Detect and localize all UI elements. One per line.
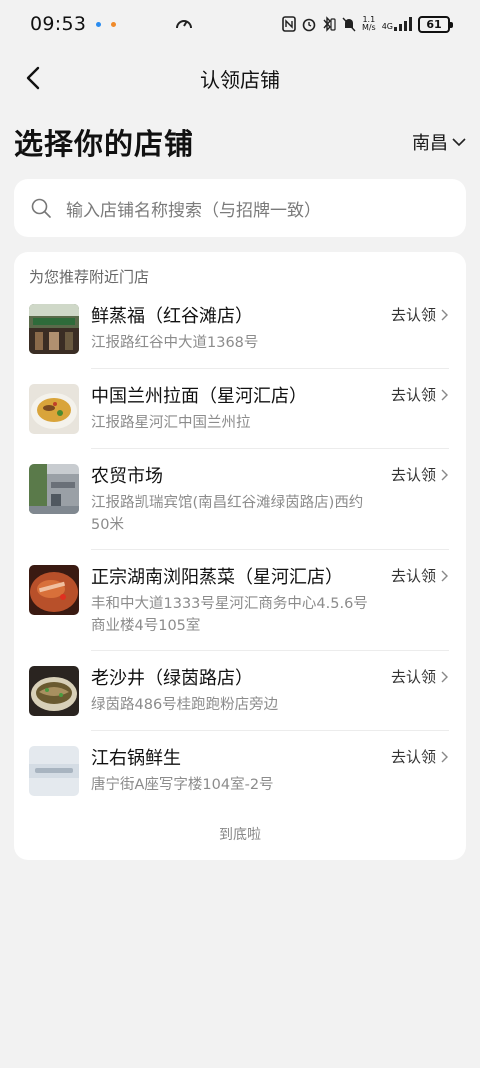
city-selector[interactable]: 南昌: [412, 129, 466, 155]
claim-button[interactable]: 去认领: [391, 464, 449, 485]
nav-bar: 认领店铺: [0, 50, 480, 106]
list-title: 为您推荐附近门店: [29, 268, 150, 286]
claim-button[interactable]: 去认领: [391, 666, 449, 687]
back-arrow-icon[interactable]: [20, 64, 48, 92]
claim-label: 去认领: [390, 466, 436, 484]
store-list-card: 为您推荐附近门店 鲜蒸福（红谷滩店） 江报路红谷中大道1368号 去认领 中国兰…: [14, 252, 466, 860]
store-thumbnail: [29, 746, 79, 796]
store-thumbnail: [29, 304, 79, 354]
store-address: 江报路红谷中大道1368号: [91, 335, 259, 351]
notification-dot-icon: [111, 21, 117, 27]
signal-icon: [394, 17, 412, 31]
claim-button[interactable]: 去认领: [391, 384, 449, 405]
noodle-bowl-image: [29, 384, 79, 434]
bluetooth-battery-icon: [323, 16, 336, 32]
chevron-right-icon: [441, 389, 448, 400]
store-address: 江报路凯瑞宾馆(南昌红谷滩绿茵路店)西约50米: [91, 495, 364, 533]
store-address: 唐宁街A座写字楼104室-2号: [91, 777, 274, 793]
divider: [91, 448, 449, 449]
placeholder-image: [29, 746, 79, 796]
store-name: 正宗湖南浏阳蒸菜（星河汇店）: [91, 567, 343, 588]
store-name: 江右锅鲜生: [91, 748, 181, 769]
fish-dish-image: [29, 666, 79, 716]
battery-level: 61: [426, 17, 442, 31]
search-input[interactable]: 输入店铺名称搜索（与招牌一致）: [14, 179, 466, 237]
alarm-icon: [302, 18, 316, 32]
chevron-down-icon: [452, 138, 466, 147]
claim-label: 去认领: [390, 386, 436, 404]
heading-row: 选择你的店铺 南昌: [14, 120, 466, 164]
chevron-right-icon: [441, 751, 448, 762]
chevron-right-icon: [441, 469, 448, 480]
divider: [91, 368, 449, 369]
claim-label: 去认领: [390, 567, 436, 585]
store-thumbnail: [29, 565, 79, 615]
store-name: 鲜蒸福（红谷滩店）: [91, 306, 253, 327]
chevron-right-icon: [441, 309, 448, 320]
claim-label: 去认领: [390, 748, 436, 766]
store-address: 绿茵路486号桂跑跑粉店旁边: [91, 697, 279, 713]
network-speed: 1.1 M/s: [361, 15, 376, 32]
battery-icon: 61: [418, 15, 453, 33]
gauge-icon: [176, 20, 193, 29]
claim-button[interactable]: 去认领: [391, 746, 449, 767]
store-thumbnail: [29, 666, 79, 716]
claim-label: 去认领: [390, 668, 436, 686]
search-icon: [31, 198, 51, 218]
mute-icon: [342, 17, 356, 32]
nfc-icon: [282, 16, 296, 32]
storefront-image: [29, 304, 79, 354]
chevron-right-icon: [441, 570, 448, 581]
status-bar: 09:53 1.1 M/s 4G 61: [0, 0, 480, 48]
city-label: 南昌: [412, 133, 448, 154]
network-type: 4G: [381, 22, 393, 31]
claim-button[interactable]: 去认领: [391, 304, 449, 325]
market-image: [29, 464, 79, 514]
page-title: 选择你的店铺: [14, 127, 195, 161]
store-thumbnail: [29, 384, 79, 434]
store-name: 中国兰州拉面（星河汇店）: [91, 386, 307, 407]
store-address: 丰和中大道1333号星河汇商务中心4.5.6号商业楼4号105室: [91, 596, 368, 634]
claim-label: 去认领: [390, 306, 436, 324]
store-name: 老沙井（绿茵路店）: [91, 668, 253, 689]
divider: [91, 650, 449, 651]
chevron-right-icon: [441, 671, 448, 682]
status-time: 09:53: [30, 13, 87, 35]
store-address: 江报路星河汇中国兰州拉: [91, 415, 251, 431]
list-end-text: 到底啦: [219, 827, 261, 843]
search-placeholder: 输入店铺名称搜索（与招牌一致）: [66, 200, 321, 221]
claim-button[interactable]: 去认领: [391, 565, 449, 586]
notification-dot-icon: [96, 21, 102, 27]
divider: [91, 730, 449, 731]
divider: [91, 549, 449, 550]
store-thumbnail: [29, 464, 79, 514]
steamed-dish-image: [29, 565, 79, 615]
signal-group: 4G: [382, 17, 412, 31]
nav-title: 认领店铺: [200, 67, 280, 92]
store-name: 农贸市场: [91, 466, 163, 487]
